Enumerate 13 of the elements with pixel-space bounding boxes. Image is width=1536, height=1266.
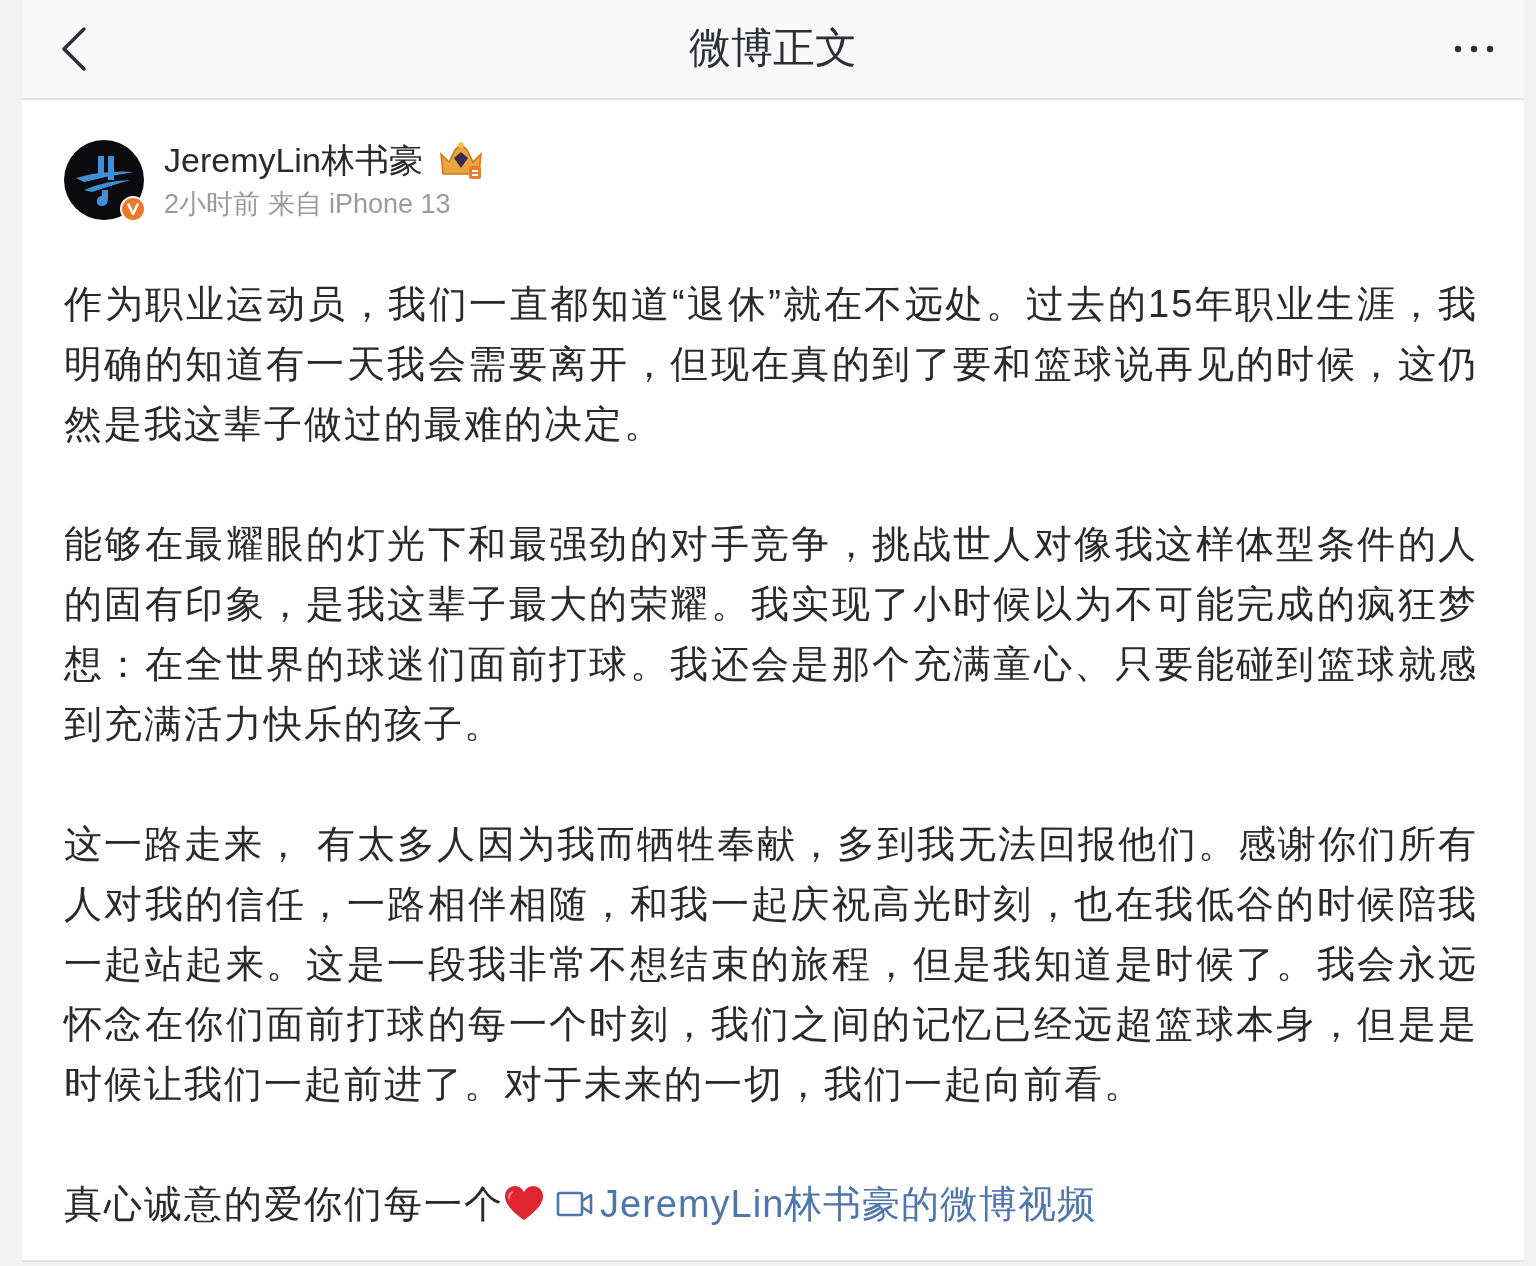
more-button[interactable] bbox=[1454, 45, 1494, 53]
video-camera-icon bbox=[556, 1191, 594, 1217]
post-paragraph: 这一路走来， 有太多人因为我而牺牲奉献，多到我无法回报他们。感谢你们所有人对我的信任，一路相伴相随，和我一起庆祝高光时刻，也在我低谷的时候陪我一起站起来。这是一段我非常不想结束的旅程，但是我知道是时候了。我会永远怀念在你们面前打球的每一个时刻，我们之间的记忆已经远超篮球本身，但是是时候让我们一起前进了。对于未来的一切，我们一起向前看。 bbox=[64, 822, 1478, 1107]
author-name[interactable]: JeremyLin林书豪 bbox=[164, 138, 423, 184]
heart-icon bbox=[504, 1186, 544, 1222]
post-meta: 2小时前 来自 iPhone 13 bbox=[164, 188, 452, 221]
page-title: 微博正文 bbox=[689, 22, 857, 73]
post-paragraph: 作为职业运动员，我们一直都知道“退休”就在不远处。过去的15年职业生涯，我明确的知道有一天我会需要离开，但现在真的到了要和篮球说再见的时候，这仍然是我这辈子做过的最难的决定。 bbox=[64, 282, 1478, 447]
post-paragraph: 能够在最耀眼的灯光下和最强劲的对手竞争，挑战世人对像我这样体型条件的人的固有印象，是我这辈子最大的荣耀。我实现了小时候以为不可能完成的疯狂梦想：在全世界的球迷们面前打球。我还会是那个充满童心、只要能碰到篮球就感到充满活力快乐的孩子。 bbox=[64, 522, 1478, 747]
closing-text: 真心诚意的爱你们每一个 bbox=[64, 1182, 504, 1227]
video-link[interactable]: JeremyLin林书豪的微博视频 bbox=[600, 1174, 1097, 1234]
back-button[interactable] bbox=[60, 26, 88, 72]
avatar-icon[interactable] bbox=[64, 140, 144, 220]
